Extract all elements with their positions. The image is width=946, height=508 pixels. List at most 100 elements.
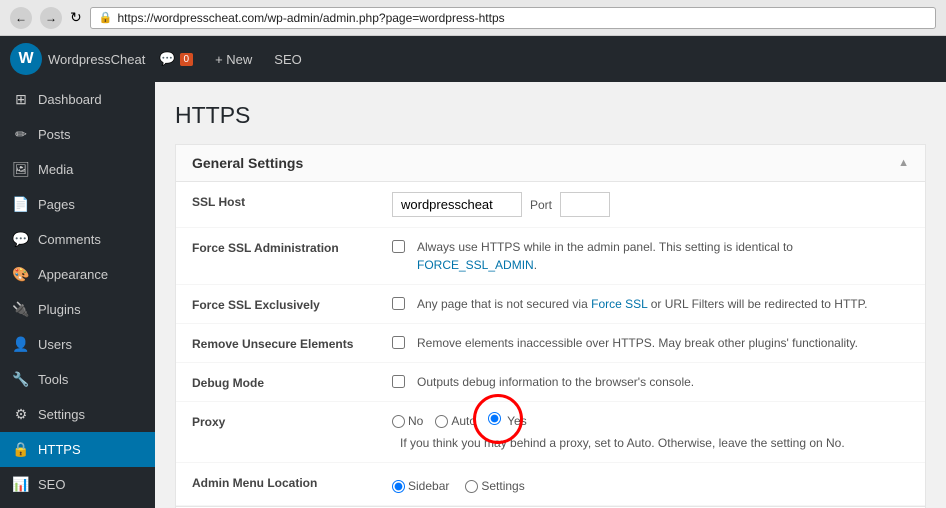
proxy-no-radio[interactable] xyxy=(392,415,405,428)
new-admin-bar-item[interactable]: + New xyxy=(207,48,260,71)
admin-menu-sidebar-radio[interactable] xyxy=(392,480,405,493)
pages-icon: 📄 xyxy=(12,196,30,213)
proxy-row: Proxy No Auto xyxy=(176,402,925,463)
remove-unsecure-row: Remove Unsecure Elements Remove elements… xyxy=(176,324,925,363)
proxy-yes-radio[interactable] xyxy=(488,412,501,425)
sidebar-item-users[interactable]: 👤 Users xyxy=(0,327,155,362)
force-ssl-admin-link[interactable]: FORCE_SSL_ADMIN xyxy=(417,258,534,272)
admin-menu-settings-label: Settings xyxy=(481,477,524,495)
seo-icon: 📊 xyxy=(12,476,30,493)
sidebar-item-comments[interactable]: 💬 Comments xyxy=(0,222,155,257)
collapse-arrow-icon[interactable]: ▲ xyxy=(898,157,909,169)
sidebar-item-label: Dashboard xyxy=(38,92,102,107)
remove-unsecure-checkbox[interactable] xyxy=(392,336,405,349)
sidebar-item-tools[interactable]: 🔧 Tools xyxy=(0,362,155,397)
comments-icon: 💬 xyxy=(12,231,30,248)
sidebar-item-pages[interactable]: 📄 Pages xyxy=(0,187,155,222)
sidebar-item-collapse[interactable]: ◀ Collapse menu xyxy=(0,502,155,508)
settings-header: General Settings ▲ xyxy=(176,145,925,182)
sidebar-item-seo[interactable]: 📊 SEO xyxy=(0,467,155,502)
admin-menu-radio-group: Sidebar Settings xyxy=(392,477,909,495)
proxy-yes-option[interactable]: Yes xyxy=(488,412,527,430)
debug-mode-checkbox[interactable] xyxy=(392,375,405,388)
sidebar-item-plugins[interactable]: 🔌 Plugins xyxy=(0,292,155,327)
sidebar-item-label: Users xyxy=(38,337,72,352)
debug-mode-row: Debug Mode Outputs debug information to … xyxy=(176,363,925,402)
admin-menu-settings-radio[interactable] xyxy=(465,480,478,493)
media-icon: 🖼 xyxy=(12,161,30,178)
admin-menu-location-row: Admin Menu Location Sidebar Settings xyxy=(176,463,925,506)
debug-mode-desc: Outputs debug information to the browser… xyxy=(417,373,694,391)
force-ssl-exclusively-label: Force SSL Exclusively xyxy=(176,285,376,324)
sidebar-item-settings[interactable]: ⚙ Settings xyxy=(0,397,155,432)
sidebar-item-appearance[interactable]: 🎨 Appearance xyxy=(0,257,155,292)
ssl-host-label: SSL Host xyxy=(176,182,376,228)
refresh-button[interactable]: ↻ xyxy=(70,9,82,26)
remove-unsecure-desc: Remove elements inaccessible over HTTPS.… xyxy=(417,334,858,352)
url-bar[interactable]: 🔒 https://wordpresscheat.com/wp-admin/ad… xyxy=(90,7,936,29)
proxy-desc: If you think you may behind a proxy, set… xyxy=(400,434,845,452)
proxy-no-label: No xyxy=(408,412,423,430)
sidebar-item-label: Tools xyxy=(38,372,68,387)
force-ssl-admin-row: Force SSL Administration Always use HTTP… xyxy=(176,228,925,285)
admin-menu-location-label: Admin Menu Location xyxy=(176,463,376,506)
dashboard-icon: ⊞ xyxy=(12,91,30,108)
host-row: Port xyxy=(392,192,909,217)
admin-menu-settings-option[interactable]: Settings xyxy=(465,477,524,495)
proxy-no-option[interactable]: No xyxy=(392,412,423,430)
proxy-yes-label: Yes xyxy=(507,414,527,428)
sidebar-item-https[interactable]: 🔒 HTTPS xyxy=(0,432,155,467)
settings-icon: ⚙ xyxy=(12,406,30,423)
settings-table: SSL Host Port Force SSL Administration xyxy=(176,182,925,506)
remove-unsecure-label: Remove Unsecure Elements xyxy=(176,324,376,363)
forward-button[interactable]: → xyxy=(40,7,62,29)
proxy-auto-label: Auto xyxy=(451,412,476,430)
https-icon: 🔒 xyxy=(12,441,30,458)
appearance-icon: 🎨 xyxy=(12,266,30,283)
ssl-host-input[interactable] xyxy=(392,192,522,217)
seo-admin-bar-item[interactable]: SEO xyxy=(266,48,309,71)
sidebar: ⊞ Dashboard ✏ Posts 🖼 Media 📄 Pages 💬 Co… xyxy=(0,82,155,508)
back-button[interactable]: ← xyxy=(10,7,32,29)
wp-logo: W xyxy=(10,43,42,75)
force-ssl-admin-desc: Always use HTTPS while in the admin pane… xyxy=(417,238,909,274)
admin-menu-sidebar-label: Sidebar xyxy=(408,477,449,495)
sidebar-item-label: Pages xyxy=(38,197,75,212)
settings-panel: General Settings ▲ SSL Host Port xyxy=(175,144,926,508)
proxy-auto-radio[interactable] xyxy=(435,415,448,428)
remove-unsecure-checkbox-label[interactable]: Remove elements inaccessible over HTTPS.… xyxy=(392,334,909,352)
sidebar-item-media[interactable]: 🖼 Media xyxy=(0,152,155,187)
sidebar-item-dashboard[interactable]: ⊞ Dashboard xyxy=(0,82,155,117)
sidebar-item-label: Plugins xyxy=(38,302,81,317)
comment-icon: 💬 xyxy=(159,51,175,67)
force-ssl-admin-checkbox-label[interactable]: Always use HTTPS while in the admin pane… xyxy=(392,238,909,274)
sidebar-item-label: Media xyxy=(38,162,73,177)
wp-admin-bar: W WordpressCheat 💬 0 + New SEO xyxy=(0,36,946,82)
port-input[interactable] xyxy=(560,192,610,217)
wp-layout: ⊞ Dashboard ✏ Posts 🖼 Media 📄 Pages 💬 Co… xyxy=(0,82,946,508)
sidebar-item-label: HTTPS xyxy=(38,442,81,457)
port-label: Port xyxy=(530,196,552,214)
users-icon: 👤 xyxy=(12,336,30,353)
proxy-auto-option[interactable]: Auto xyxy=(435,412,476,430)
sidebar-item-posts[interactable]: ✏ Posts xyxy=(0,117,155,152)
tools-icon: 🔧 xyxy=(12,371,30,388)
force-ssl-exclusively-row: Force SSL Exclusively Any page that is n… xyxy=(176,285,925,324)
admin-menu-sidebar-option[interactable]: Sidebar xyxy=(392,477,449,495)
debug-mode-checkbox-label[interactable]: Outputs debug information to the browser… xyxy=(392,373,909,391)
force-ssl-exclusively-checkbox[interactable] xyxy=(392,297,405,310)
seo-label: SEO xyxy=(274,52,301,67)
new-label: + New xyxy=(215,52,252,67)
force-ssl-link[interactable]: Force SSL xyxy=(591,297,647,311)
force-ssl-admin-checkbox[interactable] xyxy=(392,240,405,253)
proxy-label: Proxy xyxy=(176,402,376,463)
sidebar-item-label: SEO xyxy=(38,477,65,492)
force-ssl-exclusively-checkbox-label[interactable]: Any page that is not secured via Force S… xyxy=(392,295,909,313)
site-name[interactable]: WordpressCheat xyxy=(48,52,145,67)
url-text: https://wordpresscheat.com/wp-admin/admi… xyxy=(117,11,504,25)
sidebar-item-label: Settings xyxy=(38,407,85,422)
comments-admin-bar-item[interactable]: 💬 0 xyxy=(151,47,201,71)
main-content: HTTPS General Settings ▲ SSL Host Port xyxy=(155,82,946,508)
force-ssl-exclusively-desc: Any page that is not secured via Force S… xyxy=(417,295,867,313)
plugins-icon: 🔌 xyxy=(12,301,30,318)
